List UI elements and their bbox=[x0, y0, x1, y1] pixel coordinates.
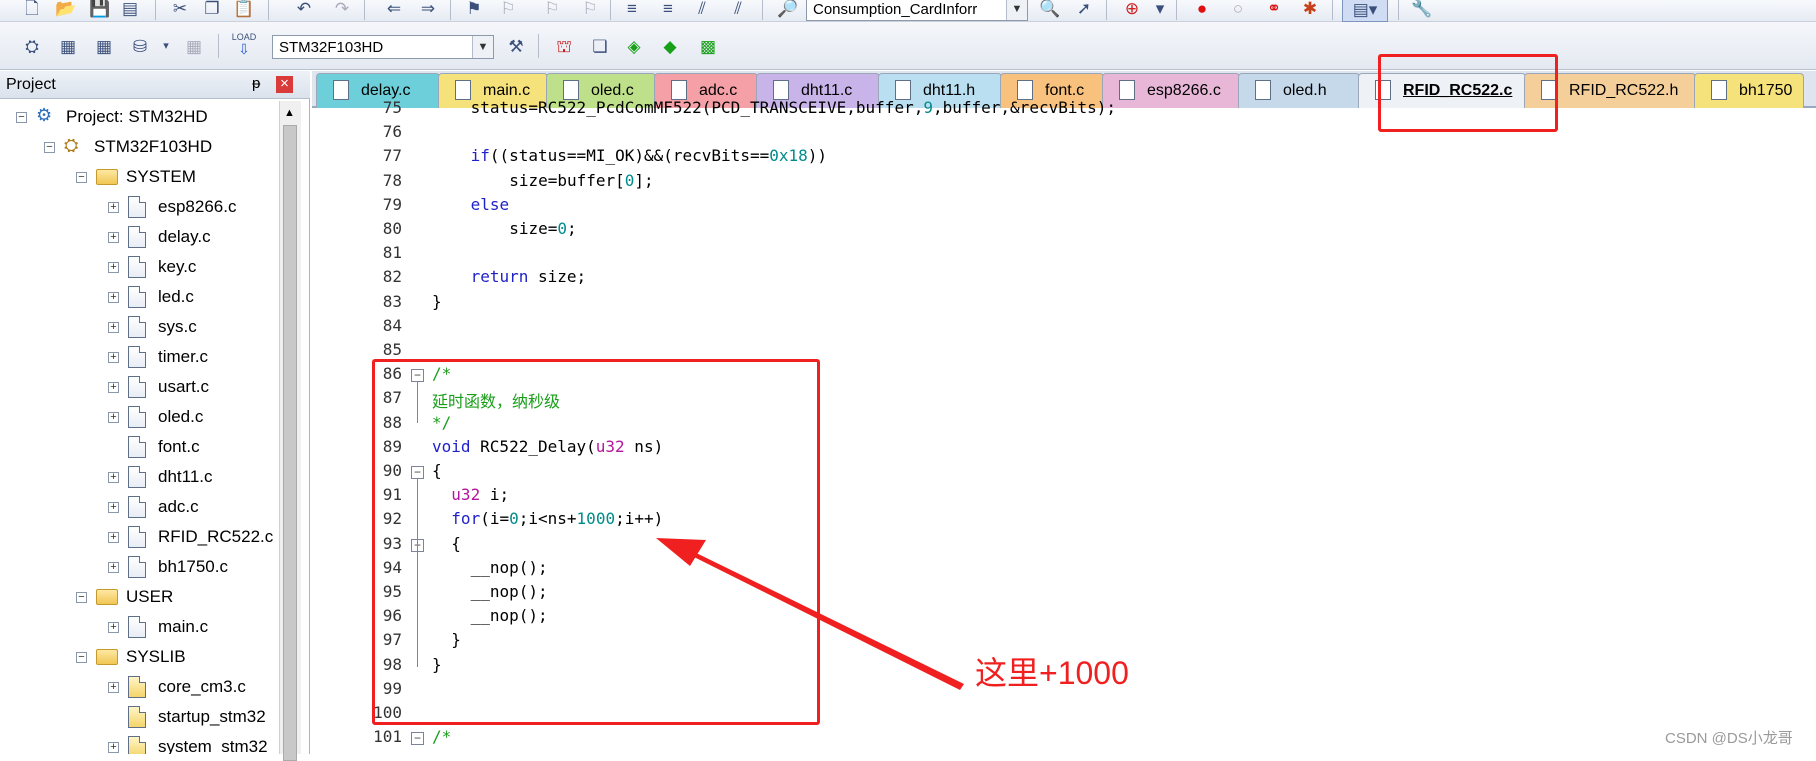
watermark: CSDN @DS小龙哥 bbox=[1665, 730, 1793, 747]
annotation-arrow bbox=[656, 538, 964, 690]
annotation-text: 这里+1000 bbox=[975, 655, 1129, 691]
